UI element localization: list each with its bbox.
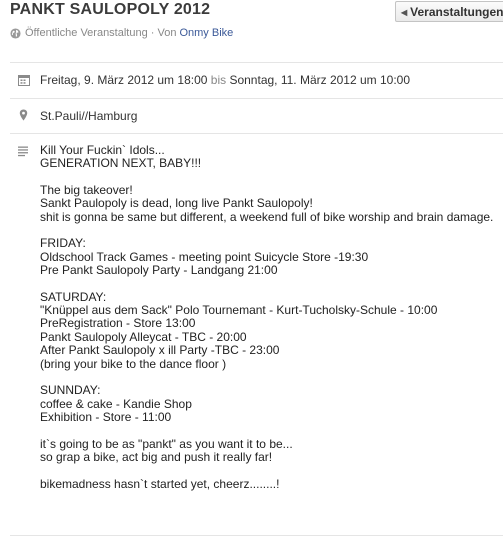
chevron-left-icon: ◀ xyxy=(401,8,408,17)
event-location: St.Pauli//Hamburg xyxy=(40,109,138,123)
event-title: PANKT SAULOPOLY 2012 xyxy=(10,1,211,18)
event-visibility-line: Öffentliche Veranstaltung · Von Onmy Bik… xyxy=(10,27,233,39)
event-description: Kill Your Fuckin` Idols... GENERATION NE… xyxy=(40,143,494,491)
date-start: Freitag, 9. März 2012 um 18:00 xyxy=(40,73,208,87)
date-connector: bis xyxy=(210,73,227,87)
back-to-events-button[interactable]: ◀ Veranstaltungen xyxy=(395,1,503,22)
map-pin-icon xyxy=(19,109,28,121)
date-end: Sonntag, 11. März 2012 um 10:00 xyxy=(229,73,411,87)
divider xyxy=(10,98,503,99)
divider xyxy=(10,535,503,536)
globe-icon xyxy=(10,27,21,39)
calendar-icon xyxy=(18,75,30,86)
back-button-label: Veranstaltungen xyxy=(410,5,503,19)
divider xyxy=(10,62,503,63)
divider xyxy=(10,133,503,134)
lines-icon xyxy=(18,146,28,157)
host-link[interactable]: Onmy Bike xyxy=(179,27,233,39)
event-date-time: Freitag, 9. März 2012 um 18:00 bis Sonnt… xyxy=(40,73,410,87)
visibility-label: Öffentliche Veranstaltung · Von xyxy=(25,27,177,39)
